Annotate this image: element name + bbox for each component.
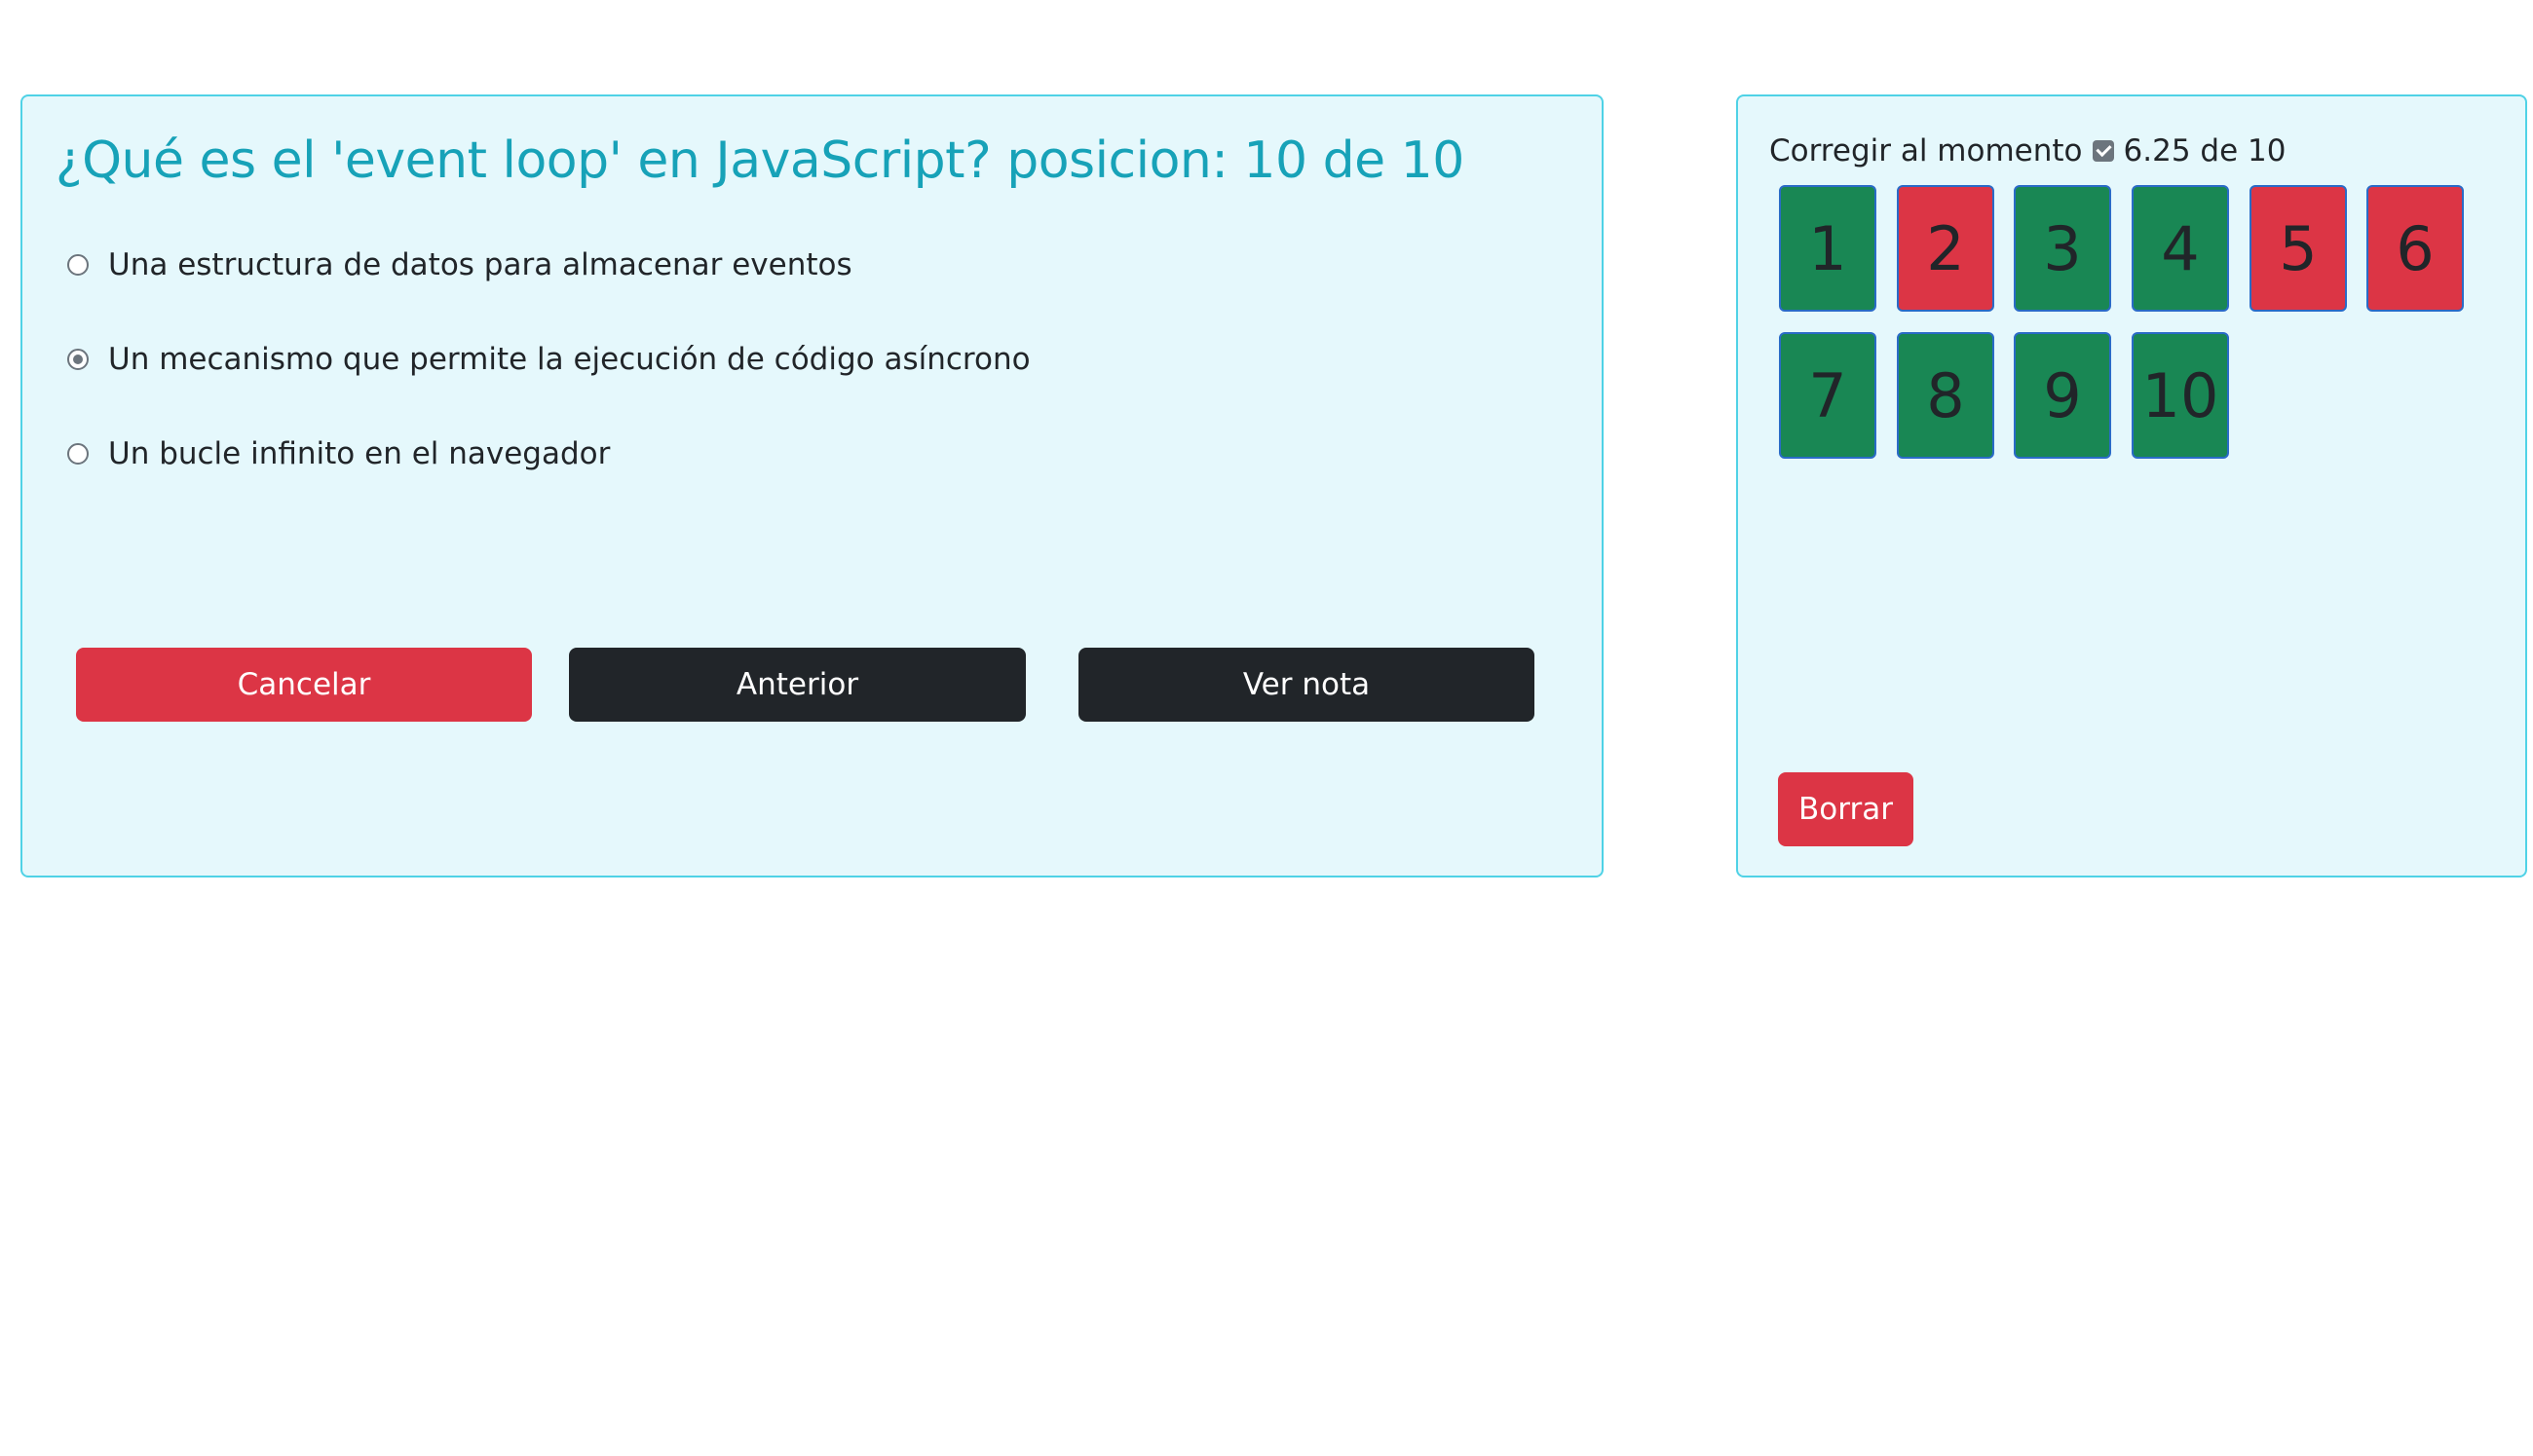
- instant-correction-checkbox[interactable]: [2092, 140, 2114, 162]
- question-button-4[interactable]: 4: [2132, 185, 2229, 312]
- view-grade-button[interactable]: Ver nota: [1078, 648, 1534, 722]
- option-1[interactable]: Una estructura de datos para almacenar e…: [67, 247, 852, 282]
- radio-option-1[interactable]: [67, 254, 89, 276]
- question-button-2[interactable]: 2: [1897, 185, 1994, 312]
- instant-correction-label: Corregir al momento: [1769, 133, 2083, 168]
- cancel-button[interactable]: Cancelar: [76, 648, 532, 722]
- question-button-8[interactable]: 8: [1897, 332, 1994, 459]
- option-3[interactable]: Un bucle infinito en el navegador: [67, 436, 610, 471]
- question-navigator-card: Corregir al momento 6.25 de 10 1 2 3 4 5…: [1736, 94, 2527, 877]
- clear-button[interactable]: Borrar: [1778, 772, 1913, 846]
- option-3-label: Un bucle infinito en el navegador: [108, 436, 611, 471]
- question-button-7[interactable]: 7: [1779, 332, 1876, 459]
- option-1-label: Una estructura de datos para almacenar e…: [108, 247, 852, 282]
- option-2[interactable]: Un mecanismo que permite la ejecución de…: [67, 342, 1031, 377]
- previous-button[interactable]: Anterior: [569, 648, 1026, 722]
- question-button-9[interactable]: 9: [2014, 332, 2111, 459]
- question-button-10[interactable]: 10: [2132, 332, 2229, 459]
- question-button-5[interactable]: 5: [2249, 185, 2347, 312]
- question-title: ¿Qué es el 'event loop' en JavaScript? p…: [56, 131, 1464, 190]
- instant-correction-row: Corregir al momento 6.25 de 10: [1769, 133, 2286, 168]
- question-card: ¿Qué es el 'event loop' en JavaScript? p…: [20, 94, 1604, 877]
- score-text: 6.25 de 10: [2123, 133, 2287, 168]
- option-2-label: Un mecanismo que permite la ejecución de…: [108, 342, 1031, 377]
- question-button-3[interactable]: 3: [2014, 185, 2111, 312]
- radio-option-2[interactable]: [67, 349, 89, 370]
- question-button-1[interactable]: 1: [1779, 185, 1876, 312]
- question-button-6[interactable]: 6: [2366, 185, 2464, 312]
- radio-option-3[interactable]: [67, 443, 89, 465]
